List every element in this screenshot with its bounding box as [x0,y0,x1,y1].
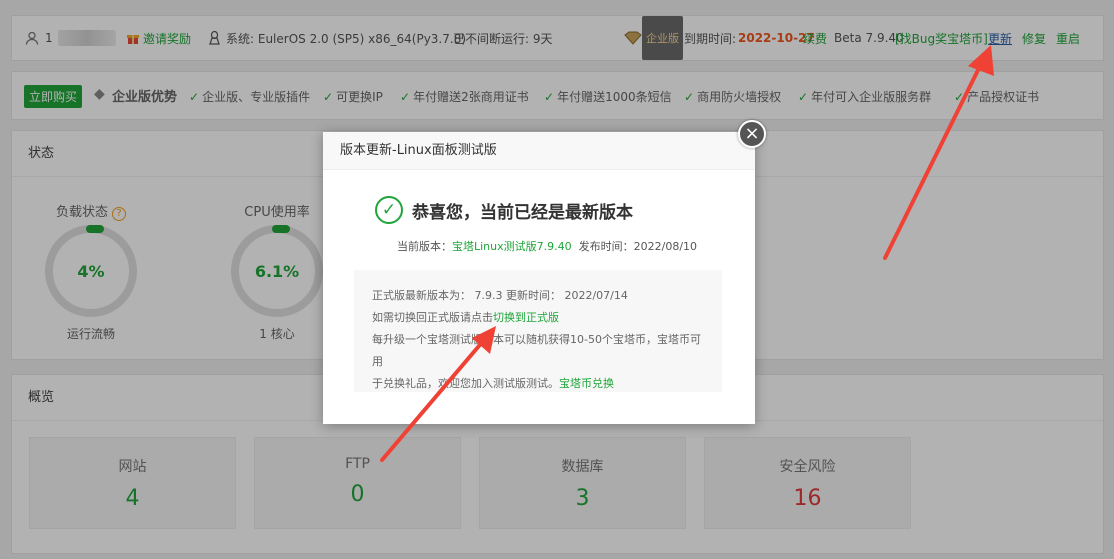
annotation-arrows [380,45,994,462]
annotation-arrow-update [883,45,994,260]
annotation-arrow-switch [380,326,496,462]
